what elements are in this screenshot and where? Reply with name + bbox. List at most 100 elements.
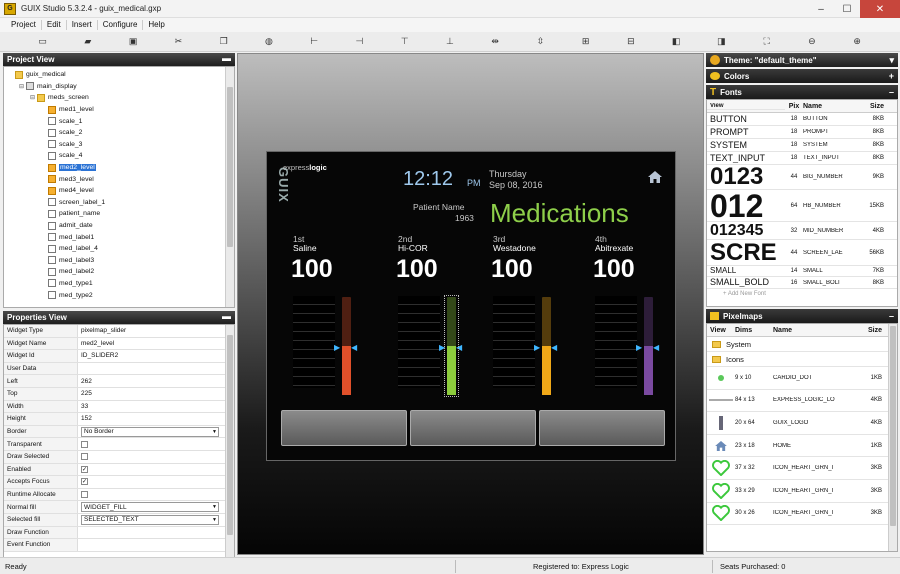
bottom-button-2[interactable]: [410, 410, 536, 446]
font-row[interactable]: 012 64 HB_NUMBER 15KB: [707, 190, 897, 222]
menu-project[interactable]: Project: [6, 20, 42, 30]
design-canvas[interactable]: GUIX expresslogic 12:12 PM Thursday Sep …: [237, 53, 704, 555]
equal-width-icon[interactable]: ⊞: [579, 35, 593, 49]
property-value[interactable]: ✓: [78, 476, 234, 488]
copy-icon[interactable]: ❐: [217, 35, 231, 49]
tree-item[interactable]: ⊟ main_display: [4, 81, 234, 93]
property-value[interactable]: med2_level: [78, 338, 234, 350]
property-value[interactable]: [78, 363, 234, 375]
property-checkbox[interactable]: ✓: [81, 465, 88, 473]
property-value[interactable]: [78, 438, 234, 450]
tree-item[interactable]: med4_level: [4, 185, 234, 197]
med-level-slider[interactable]: [542, 297, 551, 395]
tree-item[interactable]: med2_level: [4, 162, 234, 174]
pixelmaps-collapse-icon[interactable]: –: [889, 311, 894, 321]
expand-icon[interactable]: ⊟: [30, 94, 37, 101]
tree-item[interactable]: med_label1: [4, 231, 234, 243]
font-row[interactable]: SCRE 44 SCREEN_LAE 56KB: [707, 240, 897, 266]
align-left-icon[interactable]: ⊢: [307, 35, 321, 49]
property-value[interactable]: ✓: [78, 464, 234, 476]
minimize-button[interactable]: –: [808, 0, 834, 18]
property-value[interactable]: pixelmap_slider: [78, 325, 234, 337]
properties-scrollbar[interactable]: [225, 325, 234, 564]
med-level-slider[interactable]: [342, 297, 351, 395]
theme-dropdown-icon[interactable]: ▾: [889, 55, 894, 66]
pixelmaps-scrollbar[interactable]: [888, 324, 897, 551]
pixelmap-row[interactable]: 84 x 13 EXPRESS_LOGIC_LO 4KB: [707, 390, 897, 413]
move-back-icon[interactable]: ◨: [714, 35, 728, 49]
property-select[interactable]: No Border ▼: [81, 426, 219, 437]
property-select[interactable]: SELECTED_TEXT ▼: [81, 514, 219, 525]
property-value[interactable]: [78, 527, 234, 539]
pixelmap-row[interactable]: 33 x 29 ICON_HEART_GRN_I 3KB: [707, 480, 897, 503]
maximize-button[interactable]: ☐: [834, 0, 860, 18]
menu-configure[interactable]: Configure: [98, 20, 144, 30]
zoom-out-icon[interactable]: ⊖: [805, 35, 819, 49]
zoom-in-icon[interactable]: ⊕: [850, 35, 864, 49]
pixelmap-group-icons[interactable]: Icons: [707, 352, 897, 367]
tree-item[interactable]: med_label3: [4, 255, 234, 267]
tree-item[interactable]: patient_name: [4, 208, 234, 220]
align-right-icon[interactable]: ⊣: [352, 35, 366, 49]
font-row[interactable]: 0123 44 BIG_NUMBER 9KB: [707, 165, 897, 190]
center-h-icon[interactable]: ⇹: [488, 35, 502, 49]
colors-expand-icon[interactable]: +: [889, 71, 894, 81]
pixelmap-row[interactable]: 9 x 10 CARDIO_DOT 1KB: [707, 367, 897, 390]
tree-item[interactable]: med3_level: [4, 173, 234, 185]
project-tree-scrollbar[interactable]: [225, 67, 234, 307]
menu-help[interactable]: Help: [143, 20, 169, 30]
property-value[interactable]: 225: [78, 388, 234, 400]
font-row[interactable]: TEXT_INPUT 18 TEXT_INPUT 8KB: [707, 152, 897, 165]
colors-header[interactable]: Colors +: [706, 69, 898, 83]
home-icon[interactable]: [648, 171, 662, 183]
meds-screen-preview[interactable]: GUIX expresslogic 12:12 PM Thursday Sep …: [266, 151, 676, 461]
expand-icon[interactable]: ⊟: [19, 83, 26, 90]
fonts-collapse-icon[interactable]: –: [889, 87, 894, 97]
tree-item[interactable]: scale_4: [4, 150, 234, 162]
pixelmap-group-system[interactable]: System: [707, 337, 897, 352]
property-checkbox[interactable]: [81, 491, 88, 499]
tree-item[interactable]: scale_1: [4, 115, 234, 127]
property-checkbox[interactable]: ✓: [81, 478, 88, 486]
tree-item[interactable]: guix_medical: [4, 69, 234, 81]
pixelmap-row[interactable]: 23 x 18 HOME 1KB: [707, 435, 897, 458]
pixelmap-row[interactable]: 30 x 26 ICON_HEART_GRN_I 3KB: [707, 503, 897, 526]
property-value[interactable]: [78, 539, 234, 551]
align-top-icon[interactable]: ⊤: [398, 35, 412, 49]
font-row[interactable]: SMALL_BOLD 16 SMALL_BOLI 8KB: [707, 277, 897, 289]
property-value[interactable]: 152: [78, 413, 234, 425]
pixelmaps-header[interactable]: Pixelmaps –: [706, 309, 898, 323]
pixelmap-row[interactable]: 20 x 64 GUIX_LOGO 4KB: [707, 412, 897, 435]
property-select[interactable]: WIDGET_FILL ▼: [81, 502, 219, 513]
theme-selector[interactable]: Theme: "default_theme" ▾: [706, 53, 898, 67]
tree-item[interactable]: med_type1: [4, 278, 234, 290]
property-checkbox[interactable]: [81, 453, 88, 461]
property-checkbox[interactable]: [81, 440, 88, 448]
size-to-fit-icon[interactable]: ⛶: [760, 35, 774, 49]
properties-view-collapse-button[interactable]: ▬: [222, 311, 231, 321]
property-value[interactable]: No Border ▼: [78, 426, 234, 438]
tree-item[interactable]: admit_date: [4, 220, 234, 232]
property-value[interactable]: ID_SLIDER2: [78, 350, 234, 362]
property-value[interactable]: WIDGET_FILL ▼: [78, 501, 234, 513]
open-icon[interactable]: ▰: [81, 35, 95, 49]
project-view-collapse-button[interactable]: ▬: [222, 53, 231, 63]
property-value[interactable]: [78, 451, 234, 463]
new-icon[interactable]: ▭: [36, 35, 50, 49]
tree-item[interactable]: scale_3: [4, 139, 234, 151]
property-value[interactable]: 33: [78, 401, 234, 413]
property-value[interactable]: 262: [78, 375, 234, 387]
add-font-row[interactable]: + Add New Font: [707, 289, 897, 297]
bottom-button-1[interactable]: [281, 410, 407, 446]
tree-item[interactable]: scale_2: [4, 127, 234, 139]
close-button[interactable]: ✕: [860, 0, 900, 18]
align-bottom-icon[interactable]: ⊥: [443, 35, 457, 49]
tree-item[interactable]: screen_label_1: [4, 197, 234, 209]
move-front-icon[interactable]: ◧: [669, 35, 683, 49]
tree-item[interactable]: med_type2: [4, 289, 234, 301]
fonts-header[interactable]: T Fonts –: [706, 85, 898, 99]
paste-icon[interactable]: ◍: [262, 35, 276, 49]
tree-item[interactable]: med1_level: [4, 104, 234, 116]
font-row[interactable]: 012345 32 MID_NUMBER 4KB: [707, 222, 897, 240]
equal-height-icon[interactable]: ⊟: [624, 35, 638, 49]
